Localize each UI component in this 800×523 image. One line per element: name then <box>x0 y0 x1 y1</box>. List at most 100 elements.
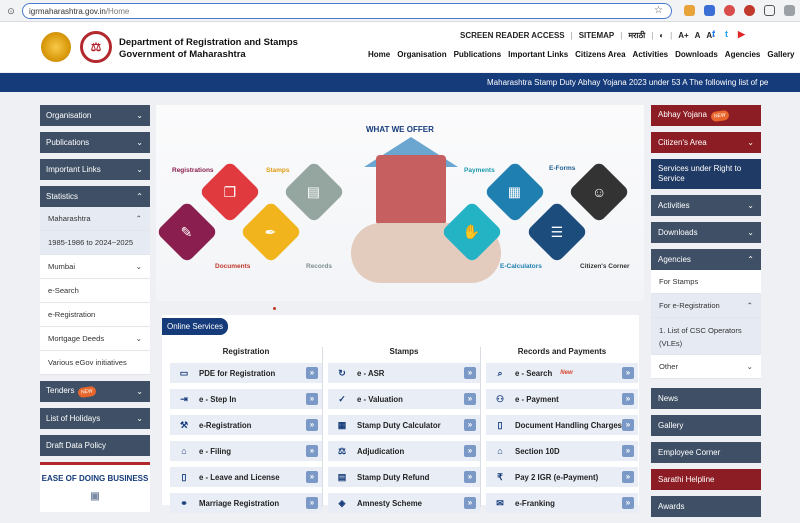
agency-item-e-registration[interactable]: For e-Registration ⌃ <box>651 294 761 318</box>
adblock-icon[interactable] <box>744 5 755 16</box>
citizens-corner-tile[interactable]: ☺ <box>567 160 631 224</box>
nav-downloads[interactable]: Downloads <box>675 50 718 59</box>
service-label: Pay 2 IGR (e-Payment) <box>515 472 599 482</box>
service-section-10d[interactable]: ⌂ Section 10D » <box>486 441 638 461</box>
service-label: Marriage Registration <box>199 498 280 508</box>
stats-item-esearch[interactable]: e-Search <box>40 279 150 303</box>
new-badge: NEW <box>710 109 730 123</box>
font-increase-link[interactable]: A+ <box>678 31 688 40</box>
service-e-payment[interactable]: ⚇ e - Payment » <box>486 389 638 409</box>
bookmark-star-icon[interactable]: ☆ <box>654 5 663 16</box>
stats-item-egov[interactable]: Various eGov initiatives <box>40 351 150 375</box>
nav-home[interactable]: Home <box>368 50 390 59</box>
extension-icon[interactable] <box>704 5 715 16</box>
nav-agencies[interactable]: Agencies <box>725 50 761 59</box>
service-label: e - Filing <box>199 446 232 456</box>
sidebar-item-agencies[interactable]: Agencies ⌃ <box>651 249 761 270</box>
screen-reader-link[interactable]: SCREEN READER ACCESS <box>460 31 565 40</box>
service-e-filing[interactable]: ⌂ e - Filing » <box>170 441 322 461</box>
sitemap-link[interactable]: SITEMAP <box>579 31 615 40</box>
contrast-icon[interactable]: ◐ <box>659 31 664 40</box>
agency-item-csc-operators[interactable]: 1. List of CSC Operators (VLEs) <box>651 318 761 355</box>
stats-item-maharashtra[interactable]: Maharashtra ⌃ <box>40 207 150 231</box>
column-divider <box>480 347 481 507</box>
chevron-up-icon: ⌃ <box>136 192 143 201</box>
service-adjudication[interactable]: ⚖ Adjudication » <box>328 441 480 461</box>
column-heading: Records and Payments <box>517 347 607 356</box>
sidebar-item-activities[interactable]: Activities ⌄ <box>651 195 761 216</box>
address-bar[interactable]: igrmaharashtra.gov.in/Home ☆ <box>22 3 672 19</box>
service-document-handling[interactable]: ▯ Document Handling Charges» <box>486 415 638 435</box>
stats-item-mortgage[interactable]: Mortgage Deeds ⌄ <box>40 327 150 351</box>
service-marriage-registration[interactable]: ⚭ Marriage Registration » <box>170 493 322 513</box>
nav-citizens-area[interactable]: Citizens Area <box>575 50 625 59</box>
service-e-registration[interactable]: ⚒ e-Registration » <box>170 415 322 435</box>
maharashtra-emblem-logo[interactable] <box>41 32 71 62</box>
profile-icon[interactable] <box>784 5 795 16</box>
service-e-search[interactable]: ⌕ e - Search New » <box>486 363 638 383</box>
service-amnesty-scheme[interactable]: ◈ Amnesty Scheme » <box>328 493 480 513</box>
nav-gallery[interactable]: Gallery <box>767 50 794 59</box>
double-chevron-right-icon: » <box>306 471 318 483</box>
sidebar-item-right-to-service[interactable]: Services under Right to Service <box>651 159 761 189</box>
building-icon: ▣ <box>90 491 100 502</box>
stats-item-mumbai[interactable]: Mumbai ⌄ <box>40 255 150 279</box>
sidebar-item-abhay-yojana[interactable]: Abhay Yojana NEW <box>651 105 761 126</box>
sidebar-item-draft-policy[interactable]: Draft Data Policy <box>40 435 150 456</box>
agency-item-other[interactable]: Other ⌄ <box>651 355 761 379</box>
service-e-asr[interactable]: ↻ e - ASR » <box>328 363 480 383</box>
sidebar-item-gallery[interactable]: Gallery <box>651 415 761 436</box>
carousel-indicator[interactable] <box>273 307 276 310</box>
sidebar-item-news[interactable]: News <box>651 388 761 409</box>
site-info-icon[interactable]: ⊙ <box>5 5 17 17</box>
double-chevron-right-icon: » <box>622 393 634 405</box>
sidebar-item-tenders[interactable]: Tenders NEW ⌄ <box>40 381 150 402</box>
hero-banner[interactable]: WHAT WE OFFER ✎ ❐ ✒ ▤ ✋ ▦ ☰ ☺ Registrati… <box>156 105 644 301</box>
nav-organisation[interactable]: Organisation <box>397 50 446 59</box>
records-tile[interactable]: ▤ <box>282 160 346 224</box>
sidebar-item-important-links[interactable]: Important Links ⌄ <box>40 159 150 180</box>
facebook-icon[interactable]: f <box>712 29 715 40</box>
youtube-icon[interactable]: ▶ <box>738 29 745 40</box>
service-e-franking[interactable]: ✉ e-Franking » <box>486 493 638 513</box>
sidebar-item-employee-corner[interactable]: Employee Corner <box>651 442 761 463</box>
stamps-tile[interactable]: ✒ <box>239 200 303 264</box>
service-e-step-in[interactable]: ⇥ e - Step In » <box>170 389 322 409</box>
e-forms-tile[interactable]: ☰ <box>525 200 589 264</box>
stats-item-years[interactable]: 1985-1986 to 2024~2025 <box>40 231 150 255</box>
double-chevron-right-icon: » <box>464 393 476 405</box>
service-pay-2-igr[interactable]: ₹ Pay 2 IGR (e-Payment) » <box>486 467 638 487</box>
marathi-link[interactable]: मराठी <box>628 30 645 41</box>
extension-icon[interactable] <box>684 5 695 16</box>
igr-logo[interactable]: ⚖ <box>80 31 112 63</box>
chevron-down-icon: ⌄ <box>746 362 753 371</box>
nav-activities[interactable]: Activities <box>633 50 669 59</box>
online-services-tab[interactable]: Online Services <box>162 318 228 335</box>
left-sidebar: Organisation ⌄ Publications ⌄ Important Li… <box>40 105 150 512</box>
sidebar-item-holidays[interactable]: List of Holidays ⌄ <box>40 408 150 429</box>
agency-item-stamps[interactable]: For Stamps <box>651 270 761 294</box>
extensions-puzzle-icon[interactable] <box>764 5 775 16</box>
service-stamp-duty-calculator[interactable]: ▦ Stamp Duty Calculator » <box>328 415 480 435</box>
nav-publications[interactable]: Publications <box>454 50 502 59</box>
sidebar-item-statistics[interactable]: Statistics ⌃ <box>40 186 150 207</box>
service-leave-license[interactable]: ▯ e - Leave and License » <box>170 467 322 487</box>
sidebar-item-publications[interactable]: Publications ⌄ <box>40 132 150 153</box>
nav-important-links[interactable]: Important Links <box>508 50 568 59</box>
service-stamp-duty-refund[interactable]: ▤ Stamp Duty Refund » <box>328 467 480 487</box>
sidebar-item-citizens-area[interactable]: Citizen's Area ⌄ <box>651 132 761 153</box>
sidebar-item-awards[interactable]: Awards <box>651 496 761 517</box>
ease-of-doing-business[interactable]: EASE OF DOING BUSINESS ▣ <box>40 462 150 512</box>
service-pde-registration[interactable]: ▭ PDE for Registration » <box>170 363 322 383</box>
registrations-tile[interactable]: ✎ <box>156 200 219 264</box>
twitter-icon[interactable]: t <box>725 29 728 40</box>
font-normal-link[interactable]: A <box>695 31 701 40</box>
ticker-text[interactable]: Maharashtra Stamp Duty Abhay Yojana 2023… <box>487 78 787 87</box>
stats-item-eregistration[interactable]: e-Registration <box>40 303 150 327</box>
sidebar-item-downloads[interactable]: Downloads ⌄ <box>651 222 761 243</box>
sidebar-item-sarathi-helpline[interactable]: Sarathi Helpline <box>651 469 761 490</box>
extension-icon[interactable] <box>724 5 735 16</box>
sidebar-item-organisation[interactable]: Organisation ⌄ <box>40 105 150 126</box>
submenu-label: For e-Registration <box>659 301 720 310</box>
service-e-valuation[interactable]: ✓ e - Valuation » <box>328 389 480 409</box>
